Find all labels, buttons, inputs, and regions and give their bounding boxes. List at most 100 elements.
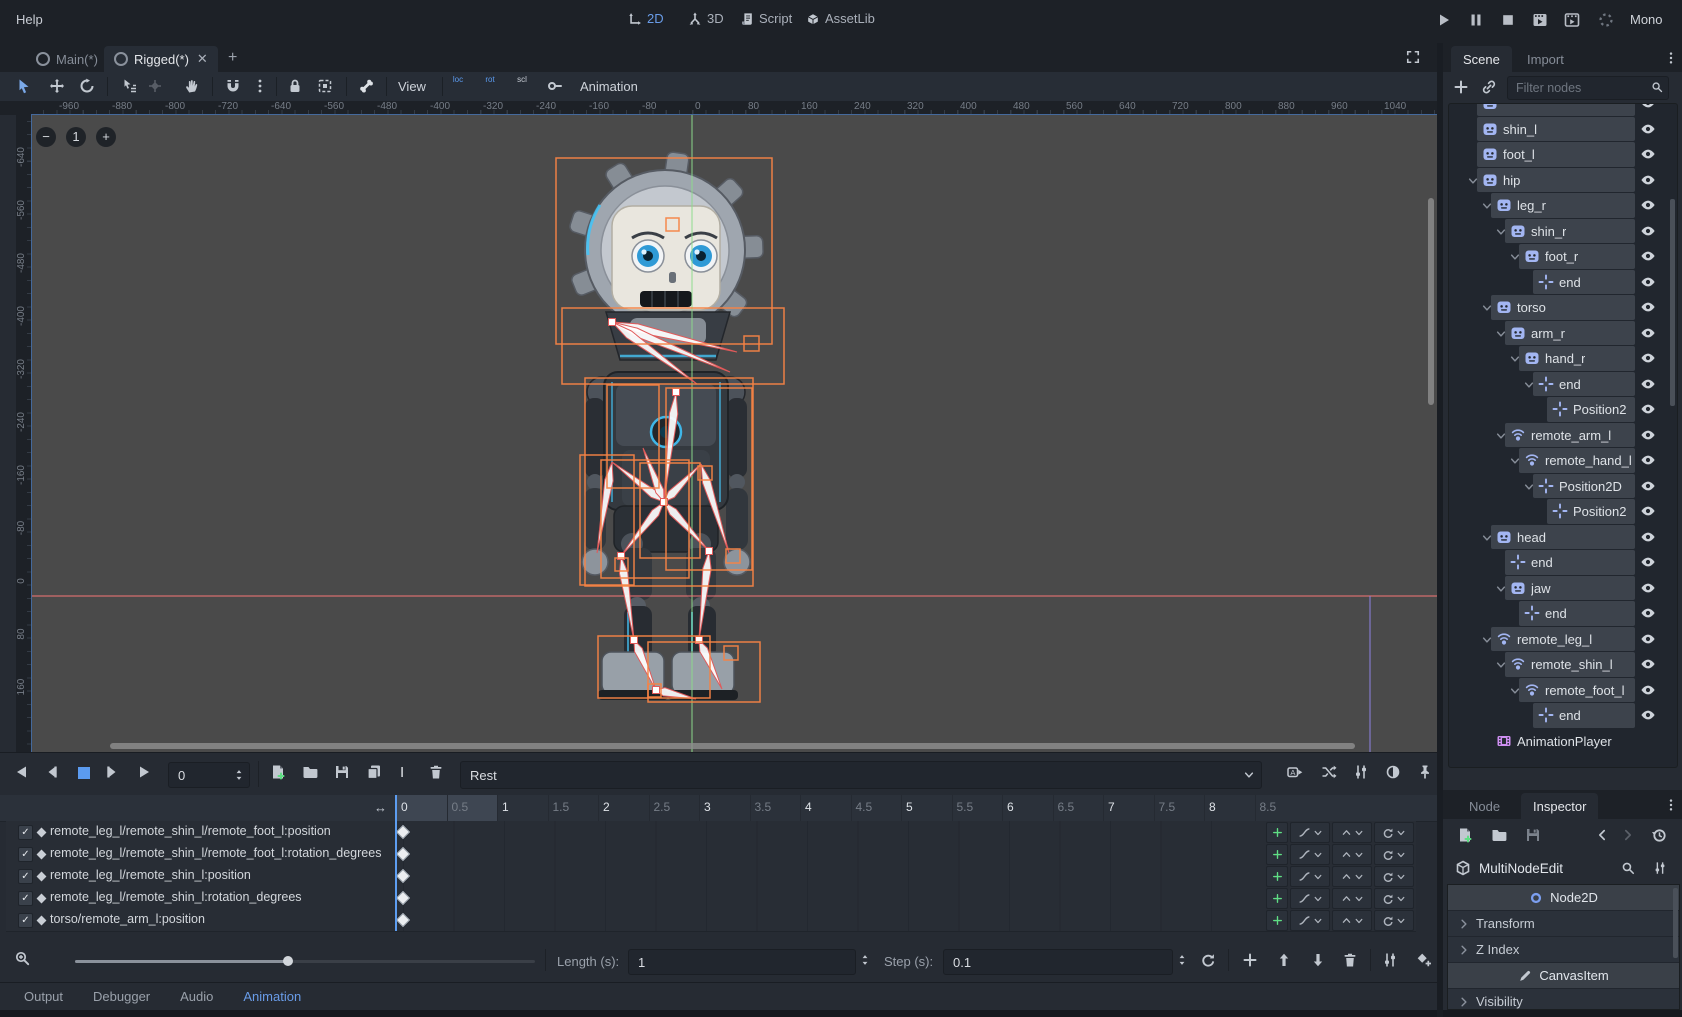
visibility-eye-icon[interactable] xyxy=(1640,223,1656,239)
track-enabled-checkbox[interactable]: ✓ xyxy=(18,825,33,840)
tree-row-end[interactable]: end xyxy=(1449,601,1675,627)
update-mode-dropdown[interactable] xyxy=(1290,888,1330,909)
duplicate-animation-icon[interactable] xyxy=(366,764,382,780)
interpolation-mode-dropdown[interactable] xyxy=(1332,844,1372,865)
track-key-area[interactable] xyxy=(396,843,1246,865)
key-loc-toggle[interactable]: loc xyxy=(447,76,469,84)
zoom-reset-button[interactable]: 1 xyxy=(66,127,86,147)
save-resource-icon[interactable] xyxy=(1525,827,1541,843)
play-backwards-from-end-icon[interactable] xyxy=(44,764,60,780)
timeline-zoom-slider[interactable] xyxy=(75,960,535,963)
track-enabled-checkbox[interactable]: ✓ xyxy=(18,869,33,884)
visibility-eye-icon[interactable] xyxy=(1640,121,1656,137)
visibility-eye-icon[interactable] xyxy=(1640,274,1656,290)
track-enabled-checkbox[interactable]: ✓ xyxy=(18,913,33,928)
visibility-eye-icon[interactable] xyxy=(1640,248,1656,264)
collapse-arrow-icon[interactable] xyxy=(1495,430,1507,442)
loop-wrap-mode-dropdown[interactable] xyxy=(1374,822,1414,843)
viewport[interactable]: − 1 + xyxy=(32,115,1437,752)
bottom-panel-output[interactable]: Output xyxy=(24,989,63,1004)
tree-row-jaw[interactable]: jaw xyxy=(1449,576,1675,602)
scene-tab-main[interactable]: Main(*) xyxy=(26,46,108,72)
play-custom-scene-icon[interactable] xyxy=(1564,12,1580,28)
history-forward-icon[interactable] xyxy=(1621,828,1635,842)
load-resource-icon[interactable] xyxy=(1491,827,1507,843)
collapse-arrow-icon[interactable] xyxy=(1495,583,1507,595)
update-mode-dropdown[interactable] xyxy=(1290,866,1330,887)
play-icon[interactable] xyxy=(1436,12,1452,28)
mode-3d[interactable]: 3D xyxy=(688,11,724,26)
keyframe-diamond[interactable] xyxy=(396,825,410,839)
filter-nodes-input[interactable] xyxy=(1514,78,1646,98)
add-key-button[interactable] xyxy=(1266,888,1288,909)
loop-wrap-mode-dropdown[interactable] xyxy=(1374,910,1414,931)
instance-scene-icon[interactable] xyxy=(1481,79,1497,95)
collapse-arrow-icon[interactable] xyxy=(1481,200,1493,212)
interpolation-mode-dropdown[interactable] xyxy=(1332,822,1372,843)
snap-toggle-icon[interactable] xyxy=(225,78,241,94)
visibility-eye-icon[interactable] xyxy=(1640,656,1656,672)
view-menu-button[interactable]: View xyxy=(398,79,426,94)
add-node-icon[interactable] xyxy=(1453,79,1469,95)
visibility-eye-icon[interactable] xyxy=(1640,103,1656,111)
tree-row-end[interactable]: end xyxy=(1449,550,1675,576)
inspector-group-visibility[interactable]: Visibility xyxy=(1448,989,1679,1010)
tree-row-remote_arm_l[interactable]: remote_arm_l xyxy=(1449,423,1675,449)
close-tab-icon[interactable]: ✕ xyxy=(197,51,208,67)
collapse-arrow-icon[interactable] xyxy=(1509,685,1521,697)
collapse-arrow-icon[interactable] xyxy=(1523,379,1535,391)
add-key-button[interactable] xyxy=(1266,910,1288,931)
visibility-eye-icon[interactable] xyxy=(1640,682,1656,698)
play-from-start-icon[interactable] xyxy=(104,764,120,780)
key-rot-toggle[interactable]: rot xyxy=(479,76,501,84)
visibility-eye-icon[interactable] xyxy=(1640,197,1656,213)
collapse-arrow-icon[interactable] xyxy=(1509,353,1521,365)
keyframe-diamond[interactable] xyxy=(396,913,410,927)
collapse-arrow-icon[interactable] xyxy=(1481,634,1493,646)
visibility-eye-icon[interactable] xyxy=(1640,580,1656,596)
animation-name-dropdown[interactable]: Rest xyxy=(460,761,1262,789)
animation-track-row[interactable]: ✓remote_leg_l/remote_shin_l/remote_foot_… xyxy=(6,843,1416,866)
animation-track-row[interactable]: ✓remote_leg_l/remote_shin_l:position xyxy=(6,865,1416,888)
visibility-eye-icon[interactable] xyxy=(1640,427,1656,443)
tree-row-end[interactable]: end xyxy=(1449,372,1675,398)
track-settings-icon[interactable] xyxy=(1382,952,1398,968)
visibility-eye-icon[interactable] xyxy=(1640,325,1656,341)
inspector-group-z-index[interactable]: Z Index xyxy=(1448,937,1679,963)
bottom-panel-animation[interactable]: Animation xyxy=(243,989,301,1004)
keyframe-diamond[interactable] xyxy=(396,891,410,905)
tree-row-animationplayer[interactable]: AnimationPlayer xyxy=(1449,729,1675,755)
track-key-area[interactable] xyxy=(396,909,1246,931)
keyframe-diamond[interactable] xyxy=(396,869,410,883)
pan-tool-button[interactable] xyxy=(184,78,200,94)
zoom-in-button[interactable]: + xyxy=(96,127,116,147)
distraction-free-icon[interactable] xyxy=(1406,50,1420,64)
dock-tab-inspector[interactable]: Inspector xyxy=(1521,793,1598,819)
length-spin-icon[interactable] xyxy=(859,954,871,966)
dock-tab-node[interactable]: Node xyxy=(1457,793,1512,819)
spin-arrows-icon[interactable] xyxy=(233,769,245,781)
track-key-area[interactable] xyxy=(396,821,1246,843)
insert-key-icon[interactable] xyxy=(547,78,563,94)
add-key-button[interactable] xyxy=(1266,844,1288,865)
interpolation-mode-dropdown[interactable] xyxy=(1332,910,1372,931)
filter-nodes-box[interactable] xyxy=(1507,76,1669,100)
zoom-out-button[interactable]: − xyxy=(36,127,56,147)
collapse-arrow-icon[interactable] xyxy=(1523,481,1535,493)
timeline-pan-icon[interactable]: ↔ xyxy=(374,800,387,815)
collapse-arrow-icon[interactable] xyxy=(1467,175,1479,187)
move-track-down-icon[interactable] xyxy=(1310,952,1326,968)
tree-row[interactable] xyxy=(1449,103,1675,117)
add-key-button[interactable] xyxy=(1266,866,1288,887)
length-field[interactable]: 1 xyxy=(628,949,856,975)
update-mode-dropdown[interactable] xyxy=(1290,910,1330,931)
tree-row-position2[interactable]: Position2 xyxy=(1449,397,1675,423)
dock-menu-icon[interactable] xyxy=(1664,51,1678,65)
rotate-tool-button[interactable] xyxy=(79,78,95,94)
pivot-tool-button[interactable] xyxy=(147,78,163,94)
visibility-eye-icon[interactable] xyxy=(1640,401,1656,417)
animation-track-row[interactable]: ✓remote_leg_l/remote_shin_l/remote_foot_… xyxy=(6,821,1416,844)
mode-2d[interactable]: 2D xyxy=(628,11,664,26)
step-spin-icon[interactable] xyxy=(1176,954,1188,966)
pin-panel-icon[interactable] xyxy=(1417,764,1433,780)
